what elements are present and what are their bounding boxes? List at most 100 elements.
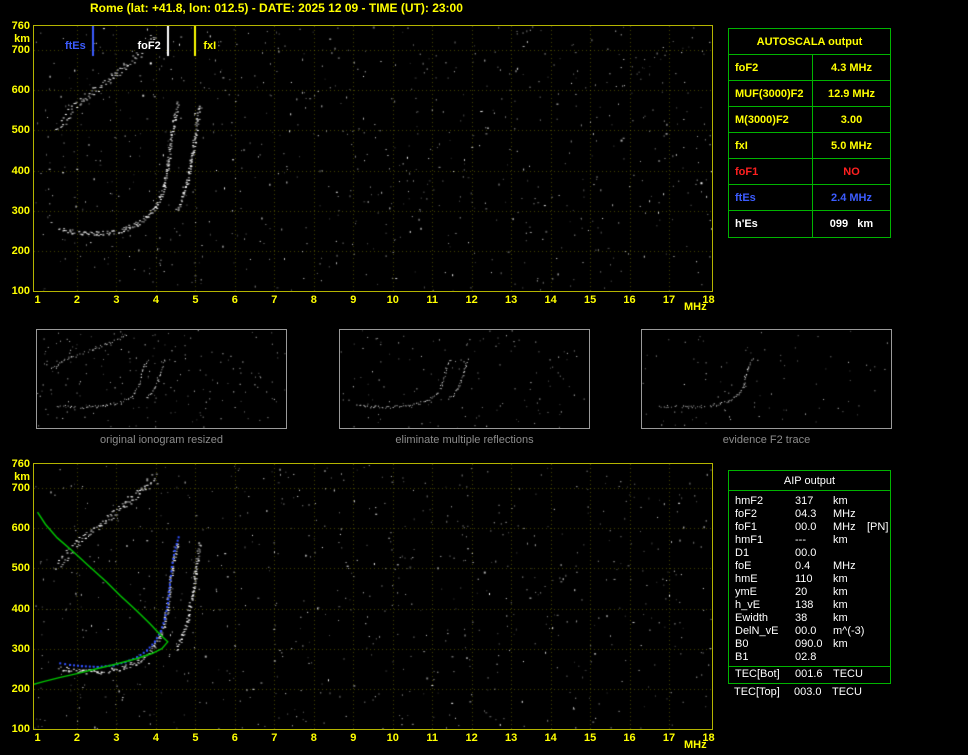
x-tick-label: 6 [231,732,238,744]
x-tick-label: 12 [465,732,478,744]
x-tick-label: 5 [192,732,199,744]
aip-row-label: hmF2 [735,495,764,507]
autoscala-row-value: 3.00 [840,114,863,126]
aip-row-unit: MHz [833,508,856,520]
y-axis-unit: km [14,33,30,45]
aip-row-label: foF1 [735,521,758,533]
autoscala-row-value: NO [843,166,860,178]
x-tick-label: 4 [152,294,159,306]
x-tick-label: 7 [271,294,278,306]
aip-row-label: B1 [735,651,749,663]
aip-row-h-ve: h_vE 138 km [729,599,890,612]
aip-row-yme: ymE 20 km [729,586,890,599]
x-tick-label: 16 [623,732,636,744]
aip-row-label: TEC[Bot] [735,668,780,680]
y-tick-label: 700 [11,482,30,495]
thumbnail-caption-original: original ionogram resized [100,434,223,446]
x-tick-label: 1 [34,732,41,744]
x-tick-label: 3 [113,732,120,744]
autoscala-row-fof2: foF2 4.3 MHz [729,55,890,81]
aip-row-label: h_vE [735,599,761,611]
y-axis-unit: km [14,471,30,483]
aip-row-tec-bot: TEC[Bot] 001.6 TECU [729,666,890,681]
y-tick-label: 760 [11,20,30,32]
aip-row-unit: m^(-3) [833,625,865,637]
aip-row-fof2: foF2 04.3 MHz [729,508,890,521]
thumbnail-original-canvas [37,330,286,428]
x-tick-label: 15 [583,732,597,744]
thumbnail-caption-evidence: evidence F2 trace [722,434,811,446]
aip-table-header: AIP output [729,471,890,491]
aip-row-note: [PN] [867,521,889,533]
aip-row-hme: hmE 110 km [729,573,890,586]
aip-row-value: 00.0 [795,625,817,637]
aip-row-value: --- [795,534,806,546]
aip-row-unit: km [833,586,848,598]
aip-row-b0: B0 090.0 km [729,638,890,651]
aip-row-unit: MHz [833,521,856,533]
autoscala-row-fxi: fxI 5.0 MHz [729,133,890,159]
aip-row-value: 04.3 [795,508,817,520]
x-tick-label: 3 [113,294,120,306]
aip-row-unit [833,651,867,664]
x-tick-label: 13 [505,732,518,744]
autoscala-row-value: 2.4 MHz [831,192,872,204]
x-tick-label: 14 [544,732,557,744]
autoscala-row-label: MUF(3000)F2 [729,81,813,106]
autoscala-row-label: M(3000)F2 [729,107,813,132]
y-tick-label: 300 [11,204,30,217]
aip-extra-row: TEC[Top] 003.0 TECU [728,686,891,699]
x-tick-label: 17 [662,732,676,744]
aip-row-unit: km [833,495,848,507]
aip-row-label: hmF1 [735,534,764,546]
x-tick-label: 10 [386,732,399,744]
thumbnail-original-ionogram [36,329,287,429]
y-tick-label: 300 [11,642,30,655]
aip-row-value: 110 [795,573,813,585]
aip-row-unit: TECU [832,686,862,698]
aip-row-b1: B1 02.8 [729,651,890,664]
y-tick-label: 100 [11,723,30,735]
aip-row-hmf2: hmF2 317 km [729,495,890,508]
page-title: Rome (lat: +41.8, lon: 012.5) - DATE: 20… [90,1,463,15]
aip-row-value: 20 [795,586,808,598]
x-tick-label: 8 [310,732,317,744]
x-axis-unit: MHz [684,301,707,313]
aip-row-unit: km [833,638,848,650]
y-tick-label: 760 [11,458,30,470]
aip-row-label: foF2 [735,508,758,520]
x-tick-label: 5 [192,294,199,306]
aip-row-unit [833,547,867,560]
aip-row-value: 090.0 [795,638,823,650]
thumbnail-eliminate-canvas [340,330,589,428]
x-tick-label: 11 [426,732,439,744]
aip-row-ewidth: Ewidth 38 km [729,612,890,625]
autoscala-row-label: foF2 [729,55,813,80]
aip-row-tec-top: TEC[Top] 003.0 TECU [728,686,891,699]
x-tick-label: 11 [426,294,439,306]
autoscala-row-value: 5.0 MHz [831,140,872,152]
aip-row-unit: TECU [833,668,863,680]
aip-row-unit: km [833,612,848,624]
autoscala-row-label: foF1 [729,159,813,184]
autoscala-row-value: 4.3 MHz [831,62,872,74]
y-tick-label: 400 [11,602,30,615]
aip-row-d1: D1 00.0 [729,547,890,560]
x-tick-label: 17 [662,294,676,306]
thumbnail-caption-eliminate: eliminate multiple reflections [395,434,534,446]
aip-row-value: 001.6 [795,668,823,680]
x-tick-label: 7 [271,732,278,744]
aip-row-value: 00.0 [795,521,817,533]
aip-row-foe: foE 0.4 MHz [729,560,890,573]
aip-row-unit: km [833,534,848,546]
aip-row-value: 138 [795,599,814,611]
y-tick-label: 600 [11,84,30,97]
x-tick-label: 8 [310,294,317,306]
autoscala-row-value: 099 km [829,218,874,230]
autoscala-table-header: AUTOSCALA output [729,29,890,55]
autoscala-table-rows: foF2 4.3 MHz MUF(3000)F2 12.9 MHz M(3000)F2 3… [729,55,890,237]
fxI-marker-label: fxI [201,40,219,52]
thumbnail-eliminate-reflections [339,329,590,429]
x-tick-label: 16 [623,294,636,306]
y-tick-label: 500 [11,124,30,137]
